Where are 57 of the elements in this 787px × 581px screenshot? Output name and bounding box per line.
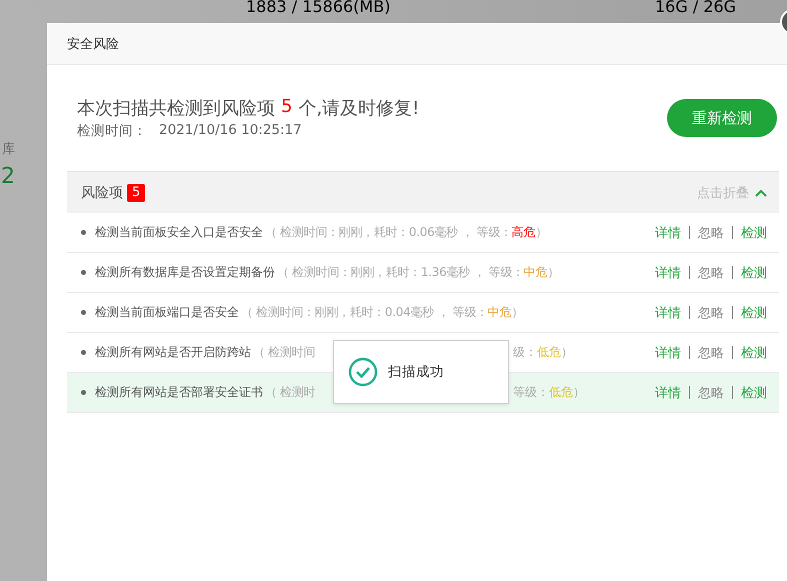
check-detail: （ 检测时间：刚刚，耗时：0.04毫秒 ， 等级： (241, 304, 488, 321)
bullet-icon (81, 390, 86, 395)
action-link[interactable]: 忽略 (698, 344, 724, 362)
check-circle-icon (348, 357, 378, 387)
action-link[interactable]: 忽略 (698, 384, 724, 402)
count-badge: 5 (127, 184, 146, 202)
closing-paren: ） (536, 224, 548, 241)
action-link[interactable]: 忽略 (698, 304, 724, 322)
action-link[interactable]: 检测 (741, 224, 767, 242)
risk-level: 低危 (549, 384, 573, 401)
bullet-icon (81, 230, 86, 235)
check-name: 检测当前面板安全入口是否安全 (95, 224, 263, 241)
risk-level: 中危 (488, 304, 512, 321)
check-detail: （ 检测时间：刚刚，耗时：0.06毫秒 ， 等级： (265, 224, 512, 241)
action-link[interactable]: 检测 (741, 264, 767, 282)
check-detail: 等级： (513, 384, 549, 401)
dialog-title: 安全风险 (67, 36, 119, 52)
action-link[interactable]: 忽略 (698, 264, 724, 282)
action-link[interactable]: 检测 (741, 344, 767, 362)
closing-paren: ） (573, 384, 585, 401)
action-link[interactable]: 忽略 (698, 224, 724, 242)
check-name: 检测所有数据库是否设置定期备份 (95, 264, 275, 281)
closing-paren: ） (561, 344, 573, 361)
action-link[interactable]: 检测 (741, 304, 767, 322)
bullet-icon (81, 310, 86, 315)
scan-time: 2021/10/16 10:25:17 (159, 122, 302, 140)
time-label: 检测时间： (77, 122, 147, 140)
risk-level: 高危 (512, 224, 536, 241)
check-detail: （ 检测时间 (253, 344, 316, 361)
check-name: 检测所有网站是否开启防跨站 (95, 344, 251, 361)
check-detail: （ 检测时 (265, 384, 316, 401)
action-link[interactable]: 详情 (655, 224, 681, 242)
toast-message: 扫描成功 (388, 363, 444, 381)
summary-text: 本次扫描共检测到风险项 (77, 97, 275, 120)
risk-count: 5 (281, 96, 292, 119)
check-detail: （ 检测时间：刚刚，耗时：1.36毫秒 ， 等级： (277, 264, 524, 281)
action-link[interactable]: 详情 (655, 264, 681, 282)
risk-level: 低危 (537, 344, 561, 361)
action-link[interactable]: 详情 (655, 384, 681, 402)
check-name: 检测所有网站是否部署安全证书 (95, 384, 263, 401)
bullet-icon (81, 270, 86, 275)
risk-header-label: 风险项 (81, 184, 123, 202)
database-count: 2 (1, 164, 16, 189)
disk-usage: 16G / 26G (655, 0, 736, 16)
check-detail: 级： (513, 344, 537, 361)
action-link[interactable]: 详情 (655, 304, 681, 322)
check-name: 检测当前面板端口是否安全 (95, 304, 239, 321)
bullet-icon (81, 350, 86, 355)
action-link[interactable]: 详情 (655, 344, 681, 362)
risk-level: 中危 (524, 264, 548, 281)
rescan-button[interactable]: 重新检测 (667, 99, 777, 137)
summary-text: 个,请及时修复! (298, 97, 420, 120)
closing-paren: ） (512, 304, 524, 321)
database-label: 库 (2, 141, 16, 158)
memory-usage: 1883 / 15866(MB) (246, 0, 390, 16)
closing-paren: ） (548, 264, 560, 281)
action-link[interactable]: 检测 (741, 384, 767, 402)
